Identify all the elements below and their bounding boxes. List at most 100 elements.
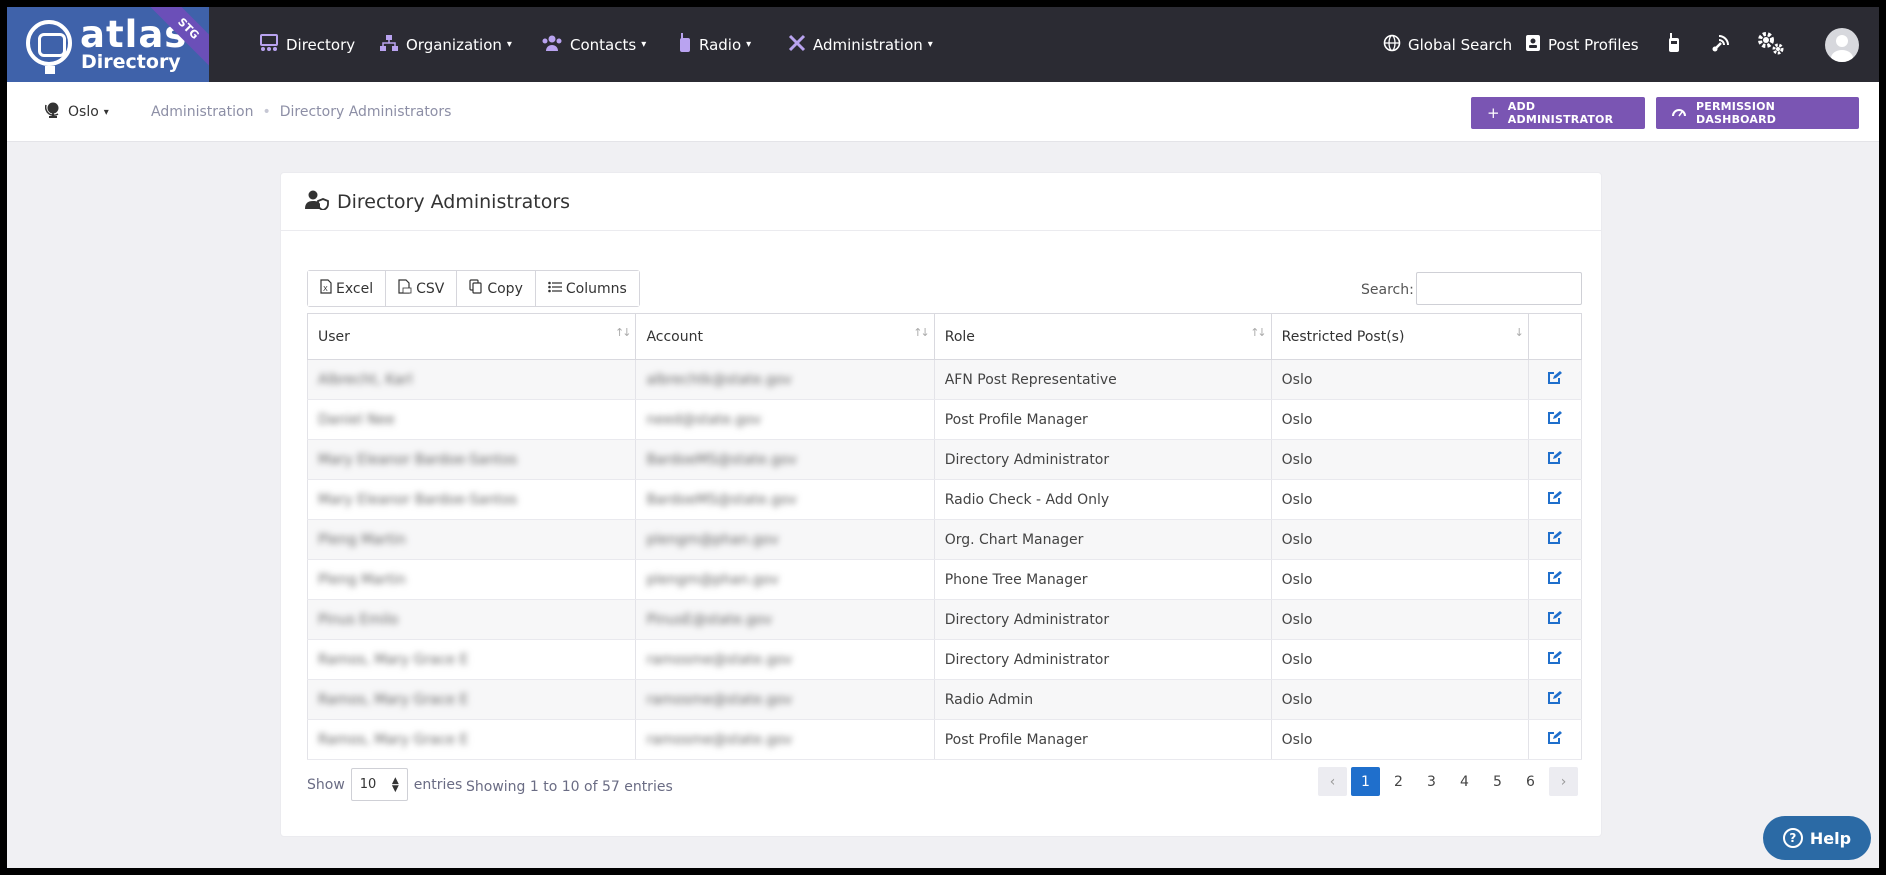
copy-button[interactable]: Copy [457,271,536,306]
cell-restricted-post-text: Oslo [1281,491,1313,508]
cell-restricted-post-text: Oslo [1281,451,1313,468]
page-length-control: Show 10 ▲ ▼ entries [307,768,462,801]
nav-directory[interactable]: Directory [259,7,355,82]
copy-label: Copy [487,280,523,297]
nav-contacts[interactable]: Contacts ▾ [541,7,646,82]
edit-icon[interactable] [1547,410,1563,429]
page-button-2[interactable]: 2 [1384,767,1413,796]
cell-restricted-post-text: Oslo [1281,411,1313,428]
cell-user: Ramos, Mary Grace E [306,719,637,760]
help-button[interactable]: ? Help [1763,816,1871,860]
permission-dashboard-button[interactable]: PERMISSION DASHBOARD [1656,97,1859,129]
radio-check-button[interactable] [1667,7,1681,82]
select-arrows-icon: ▲ ▼ [391,775,399,794]
search-input[interactable] [1416,272,1582,305]
gears-icon [1755,30,1787,60]
chevron-down-icon: ▾ [641,39,647,50]
user-avatar[interactable] [1825,28,1859,62]
help-label: Help [1809,828,1852,848]
cell-account: ramosme@state.gov [635,639,935,680]
cell-actions [1527,399,1583,440]
cell-role-text: AFN Post Representative [944,371,1117,388]
post-selector-label: Oslo [68,104,99,120]
page-button-3[interactable]: 3 [1417,767,1446,796]
edit-icon[interactable] [1547,650,1563,669]
page-button-6[interactable]: 6 [1516,767,1545,796]
sort-desc-icon: ↓ [1514,326,1524,339]
table-header-row: User ↑↓ Account ↑↓ Role ↑↓ Restricted Post(… [306,313,1583,360]
edit-icon[interactable] [1547,530,1563,549]
top-navbar: atlas Directory STG Directory Organizati… [7,7,1879,82]
edit-icon[interactable] [1547,570,1563,589]
sort-icon: ↑↓ [615,326,632,339]
cell-role: Post Profile Manager [933,719,1272,760]
table-row: Ramos, Mary Grace E ramosme@state.gov Dire… [306,639,1583,680]
table-row: Ramos, Mary Grace E ramosme@state.gov Radi… [306,679,1583,720]
administrators-table: User ↑↓ Account ↑↓ Role ↑↓ Restricted Post(… [306,313,1583,760]
page-button-5[interactable]: 5 [1483,767,1512,796]
nav-organization-label: Organization [406,35,502,54]
user-shield-icon [305,190,329,214]
column-header-user[interactable]: User ↑↓ [306,313,637,360]
edit-icon[interactable] [1547,490,1563,509]
previous-page-button[interactable]: ‹ [1318,767,1347,796]
atlas-logo[interactable]: atlas Directory STG [7,7,209,82]
post-selector[interactable]: Oslo ▾ [44,82,109,142]
dashboard-icon [1672,106,1686,121]
pagination: ‹ 1 2 3 4 5 6 › [1318,767,1578,796]
cell-account-text: need@state.gov [646,411,762,428]
column-header-user-label: User [318,328,350,345]
nav-radio[interactable]: Radio ▾ [678,7,751,82]
export-csv-button[interactable]: CSV [386,271,458,306]
cell-restricted-post: Oslo [1270,559,1529,600]
broadcast-button[interactable] [1711,7,1731,82]
edit-icon[interactable] [1547,370,1563,389]
app-window: atlas Directory STG Directory Organizati… [7,7,1879,868]
walkie-talkie-icon [1667,32,1681,57]
edit-icon[interactable] [1547,730,1563,749]
cell-role: AFN Post Representative [933,359,1272,400]
logo-word-directory: Directory [81,51,181,73]
column-header-role[interactable]: Role ↑↓ [933,313,1272,360]
nav-administration[interactable]: Administration ▾ [788,7,933,82]
page-button-1[interactable]: 1 [1351,767,1380,796]
next-page-button[interactable]: › [1549,767,1578,796]
export-excel-button[interactable]: X Excel [308,271,387,306]
cell-user: Pleng Martin [306,559,637,600]
add-administrator-button[interactable]: + ADD ADMINISTRATOR [1471,97,1645,129]
entries-select[interactable]: 10 ▲ ▼ [350,768,408,801]
table-row: Albrecht, Karl albrechtk@state.gov AFN Pos… [306,359,1583,400]
cell-user-text: Mary Eleanor Bardoe-Santos [318,491,518,508]
column-header-account[interactable]: Account ↑↓ [635,313,935,360]
page-button-4[interactable]: 4 [1450,767,1479,796]
column-header-restricted-posts[interactable]: Restricted Post(s) ↓ [1270,313,1529,360]
directory-icon [259,33,279,56]
table-info: Showing 1 to 10 of 57 entries [466,779,673,795]
cell-role-text: Org. Chart Manager [944,531,1084,548]
csv-file-icon [398,279,416,298]
cell-user-text: Ramos, Mary Grace E [318,691,469,708]
administrators-card: Directory Administrators X Excel CSV Cop… [280,172,1602,837]
globe-search-icon [1383,34,1401,56]
nav-contacts-label: Contacts [570,35,637,54]
cell-restricted-post-text: Oslo [1281,531,1313,548]
settings-button[interactable] [1755,7,1787,82]
nav-global-search[interactable]: Global Search [1383,7,1512,82]
cell-actions [1527,639,1583,680]
chevron-down-icon: ▾ [927,39,933,50]
cell-role: Radio Check - Add Only [933,479,1272,520]
cell-role: Directory Administrator [933,599,1272,640]
edit-icon[interactable] [1547,690,1563,709]
cell-account-text: ramosme@state.gov [646,651,793,668]
cell-role-text: Post Profile Manager [944,411,1088,428]
edit-icon[interactable] [1547,450,1563,469]
columns-button[interactable]: Columns [535,271,639,306]
cell-actions [1527,439,1583,480]
edit-icon[interactable] [1547,610,1563,629]
nav-organization[interactable]: Organization ▾ [379,7,512,82]
nav-post-profiles[interactable]: Post Profiles [1525,7,1639,82]
globe-logo-icon [26,20,72,74]
breadcrumb-administration[interactable]: Administration [151,104,253,120]
column-header-account-label: Account [646,328,703,345]
nav-directory-label: Directory [286,35,356,54]
